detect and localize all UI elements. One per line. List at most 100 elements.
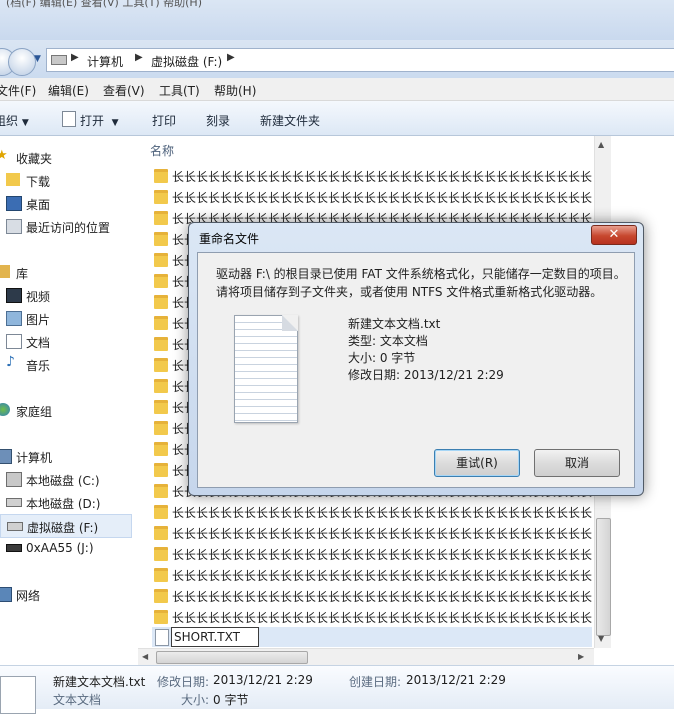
nav-drive-c[interactable]: 本地磁盘 (C:): [0, 468, 134, 490]
star-icon: ★: [0, 148, 8, 163]
folder-row[interactable]: 长长长长长长长长长长长长长长长长长长长长长长长长长长长长长长长长长长长长: [152, 522, 592, 543]
burn-button[interactable]: 刻录: [206, 112, 230, 129]
folder-icon: [154, 211, 168, 225]
nav-desktop[interactable]: 桌面: [0, 192, 134, 214]
nav-recent-places[interactable]: 最近访问的位置: [0, 215, 134, 237]
selected-file-icon: [0, 676, 36, 714]
nav-videos[interactable]: 视频: [0, 284, 134, 306]
folder-row[interactable]: 长长长长长长长长长长长长长长长长长长长长长长长长长长长长长长长长长长长长: [152, 564, 592, 585]
organize-button[interactable]: 组织 ▼: [0, 112, 29, 129]
command-bar: 组织 ▼ 打开 ▼ 打印 刻录 新建文件夹: [0, 101, 674, 136]
horizontal-scrollbar[interactable]: ◀ ▶: [138, 648, 594, 665]
history-dropdown-icon[interactable]: ▼: [34, 54, 41, 64]
new-folder-button[interactable]: 新建文件夹: [260, 112, 320, 129]
nav-drive-d[interactable]: 本地磁盘 (D:): [0, 491, 134, 513]
folder-name: 长长长长长长长长长长长长长长长长长长长长长长长长长长长长长长长长长长长长: [172, 506, 592, 520]
folder-icon: [154, 337, 168, 351]
nav-music[interactable]: ♪ 音乐: [0, 353, 134, 375]
nav-favorites[interactable]: ★ 收藏夹: [0, 146, 134, 168]
details-file-name: 新建文本文档.txt: [53, 675, 146, 689]
folder-icon: [154, 547, 168, 561]
folder-icon: [154, 253, 168, 267]
folder-icon: [154, 379, 168, 393]
drive-icon: [51, 55, 67, 65]
print-button[interactable]: 打印: [152, 112, 176, 129]
folder-name: 长长长长长长长长长长长长长长长长长长长长长长长长长长长长长长长长长长长长: [172, 548, 592, 562]
nav-drive-j[interactable]: 0xAA55 (J:): [0, 537, 134, 559]
nav-libraries[interactable]: 库: [0, 261, 134, 283]
system-drive-icon: [6, 472, 22, 487]
details-size-value: 0 字节: [213, 693, 249, 707]
removable-drive-icon: [6, 544, 22, 552]
folder-row[interactable]: 长长长长长长长长长长长长长长长长长长长长长长长长长长长长长长长长长长长长: [152, 585, 592, 606]
crumb-drive-f[interactable]: 虚拟磁盘 (F:): [151, 53, 222, 70]
details-created-label: 创建日期:: [349, 675, 402, 689]
dialog-title: 重命名文件: [199, 232, 260, 246]
downloads-folder-icon: [6, 173, 20, 186]
menu-tools[interactable]: 工具(T): [159, 82, 200, 99]
address-bar[interactable]: ▶ 计算机 ▶ 虚拟磁盘 (F:) ▶: [46, 48, 674, 72]
horizontal-scroll-thumb[interactable]: [156, 651, 308, 664]
drive-icon: [7, 522, 23, 531]
renaming-row[interactable]: SHORT.TXT: [152, 627, 592, 647]
menu-edit[interactable]: 编辑(E): [48, 82, 89, 99]
window-title-bar: (档(F) 编辑(E) 查看(V) 工具(T) 帮助(H): [0, 0, 674, 40]
folder-name: 长长长长长长长长长长长长长长长长长长长长长长长长长长长长长长长长长长长长: [172, 191, 592, 205]
dialog-close-button[interactable]: ✕: [591, 225, 637, 245]
document-icon: [6, 334, 22, 349]
nav-computer[interactable]: 计算机: [0, 445, 134, 467]
menu-help[interactable]: 帮助(H): [214, 82, 256, 99]
folder-row[interactable]: 长长长长长长长长长长长长长长长长长长长长长长长长长长长长长长长长长长长长: [152, 165, 592, 186]
folder-name: 长长长长长长长长长长长长长长长长长长长长长长长长长长长长长长长长长长长长: [172, 527, 592, 541]
folder-name: 长长长长长长长长长长长长长长长长长长长长长长长长长长长长长长长长长长长长: [172, 170, 592, 184]
computer-icon: [0, 449, 12, 464]
crumb-separator-icon[interactable]: ▶: [71, 52, 79, 63]
homegroup-icon: [0, 403, 10, 416]
address-row: ▼ ▶ 计算机 ▶ 虚拟磁盘 (F:) ▶: [0, 40, 674, 78]
nav-drive-f[interactable]: 虚拟磁盘 (F:): [0, 514, 132, 538]
folder-icon: [154, 358, 168, 372]
nav-downloads[interactable]: 下载: [0, 169, 134, 191]
scroll-up-icon[interactable]: ▲: [598, 140, 604, 149]
details-created-value: 2013/12/21 2:29: [406, 673, 506, 687]
column-header-name[interactable]: 名称: [150, 142, 174, 159]
folder-icon: [154, 169, 168, 183]
crumb-computer[interactable]: 计算机: [87, 53, 123, 70]
dialog-file-type: 类型: 文本文档: [348, 334, 428, 348]
open-button[interactable]: 打开 ▼: [80, 112, 119, 129]
nav-documents[interactable]: 文档: [0, 330, 134, 352]
retry-button[interactable]: 重试(R): [434, 449, 520, 477]
cancel-button[interactable]: 取消: [534, 449, 620, 477]
menu-view[interactable]: 查看(V): [103, 82, 145, 99]
menu-file[interactable]: 文件(F): [0, 82, 36, 99]
scroll-left-icon[interactable]: ◀: [142, 652, 148, 661]
recent-places-icon: [6, 219, 22, 234]
nav-pictures[interactable]: 图片: [0, 307, 134, 329]
music-note-icon: ♪: [6, 354, 15, 370]
rename-input[interactable]: SHORT.TXT: [171, 627, 259, 647]
nav-network[interactable]: 网络: [0, 583, 134, 605]
folder-icon: [154, 505, 168, 519]
folder-row[interactable]: 长长长长长长长长长长长长长长长长长长长长长长长长长长长长长长长长长长长长: [152, 606, 592, 627]
nav-homegroup[interactable]: 家庭组: [0, 399, 134, 421]
network-icon: [0, 587, 12, 602]
scroll-right-icon[interactable]: ▶: [578, 652, 584, 661]
menu-bar: 文件(F) 编辑(E) 查看(V) 工具(T) 帮助(H): [0, 78, 674, 101]
folder-row[interactable]: 长长长长长长长长长长长长长长长长长长长长长长长长长长长长长长长长长长长长: [152, 501, 592, 522]
drive-icon: [6, 498, 22, 507]
folder-row[interactable]: 长长长长长长长长长长长长长长长长长长长长长长长长长长长长长长长长长长长长: [152, 186, 592, 207]
folder-icon: [154, 610, 168, 624]
dialog-file-size: 大小: 0 字节: [348, 351, 416, 365]
dialog-file-name: 新建文本文档.txt: [348, 317, 441, 331]
crumb-separator-icon[interactable]: ▶: [135, 52, 143, 63]
crumb-separator-icon[interactable]: ▶: [227, 52, 235, 63]
scroll-down-icon[interactable]: ▼: [598, 634, 604, 643]
desktop-icon: [6, 196, 22, 211]
folder-name: 长长长长长长长长长长长长长长长长长长长长长长长长长长长长长长长长长长长长: [172, 611, 592, 625]
folder-icon: [154, 568, 168, 582]
forward-button[interactable]: [8, 48, 36, 76]
chevron-down-icon: ▼: [21, 118, 29, 128]
vertical-scroll-thumb[interactable]: [596, 518, 611, 636]
folder-icon: [154, 526, 168, 540]
folder-row[interactable]: 长长长长长长长长长长长长长长长长长长长长长长长长长长长长长长长长长长长长: [152, 543, 592, 564]
